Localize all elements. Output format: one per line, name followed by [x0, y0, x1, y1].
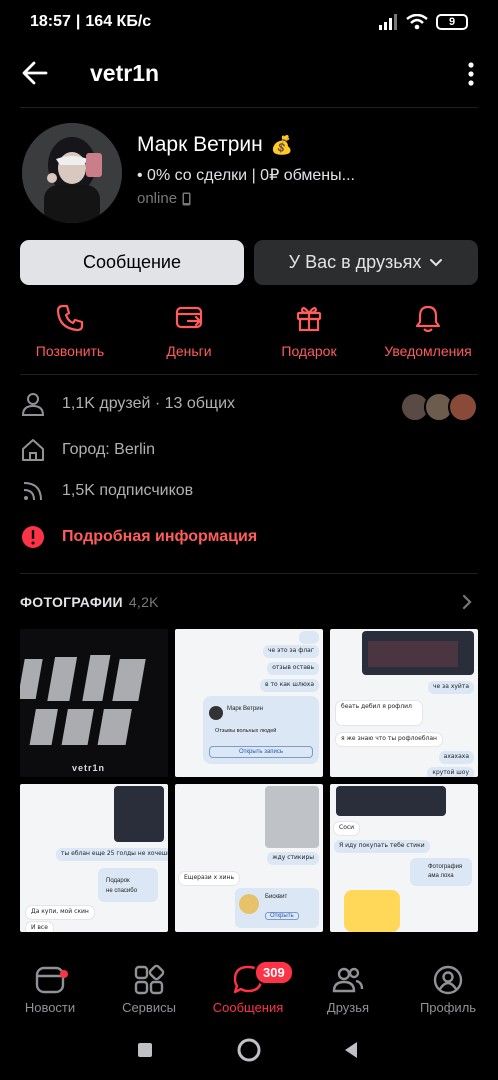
- person-icon: [21, 393, 45, 416]
- photo-art: [20, 629, 168, 777]
- recent-apps-icon[interactable]: [137, 1042, 153, 1058]
- money-transfer-icon: [175, 306, 203, 329]
- city-info-row: Город: Berlin: [20, 437, 155, 463]
- avatar-photo: [22, 123, 122, 223]
- online-status: online: [137, 190, 191, 207]
- status-time: 18:57: [30, 13, 71, 30]
- profile-name: Марк Ветрин 💰: [137, 133, 294, 156]
- profile-actions: Позвонить Деньги Подарок Уведомления: [0, 303, 498, 363]
- gift-icon: [296, 307, 322, 332]
- photo-thumbnail[interactable]: vetr1n: [20, 629, 168, 777]
- divider: [20, 107, 478, 108]
- bottom-navigation: Новости Сервисы 309 Сообщения Друзья Про…: [0, 952, 498, 1024]
- avatar: [448, 392, 478, 422]
- news-dot-badge: [60, 970, 68, 978]
- gift-action[interactable]: Подарок: [269, 303, 349, 359]
- nav-services[interactable]: Сервисы: [99, 964, 199, 1015]
- photo-thumbnail[interactable]: че за хуйта беать дебил я рофлил я же зн…: [330, 629, 478, 777]
- profile-header: vetr1n: [0, 50, 498, 96]
- photo-thumbnail[interactable]: че это за флаг отзыв оставь в то как шлю…: [175, 629, 323, 777]
- notifications-action[interactable]: Уведомления: [378, 303, 478, 359]
- photo-thumbnail[interactable]: ты еблан еще 25 голды не хочешь Подарок …: [20, 784, 168, 932]
- money-bag-icon: 💰: [270, 134, 294, 155]
- back-arrow-icon[interactable]: [20, 58, 50, 88]
- status-net-speed: 164 КБ/с: [85, 13, 152, 30]
- avatar[interactable]: [22, 123, 122, 223]
- bell-icon: [415, 305, 441, 333]
- page-title: vetr1n: [90, 60, 160, 86]
- divider: [20, 573, 478, 574]
- divider: [20, 374, 478, 375]
- phone-icon: [56, 304, 84, 332]
- home-icon: [22, 439, 44, 461]
- signal-icon: [379, 14, 397, 30]
- followers-info-row[interactable]: 1,5K подписчиков: [20, 478, 193, 504]
- photo-thumbnail[interactable]: Соси Я иду покупать тебе стики Фотографи…: [330, 784, 478, 932]
- wifi-icon: [406, 14, 428, 30]
- more-menu-icon[interactable]: [468, 62, 474, 86]
- status-bar: 18:57 | 164 КБ/с 9: [0, 0, 498, 44]
- services-icon: [134, 964, 165, 995]
- info-icon: [22, 526, 44, 548]
- profile-icon: [433, 965, 463, 995]
- messages-badge: 309: [254, 960, 294, 985]
- friends-info-row[interactable]: 1,1K друзей · 13 общих: [20, 391, 235, 417]
- rss-icon: [23, 482, 42, 501]
- nav-news[interactable]: Новости: [0, 964, 100, 1015]
- call-action[interactable]: Позвонить: [30, 303, 110, 359]
- friends-status-button[interactable]: У Вас в друзьях: [254, 240, 478, 285]
- nav-messages[interactable]: 309 Сообщения: [198, 960, 298, 1015]
- news-icon: [35, 966, 65, 994]
- chevron-down-icon: [430, 258, 443, 266]
- back-triangle-icon[interactable]: [343, 1041, 359, 1059]
- battery-icon: 9: [436, 14, 468, 30]
- money-action[interactable]: Деньги: [149, 303, 229, 359]
- details-info-row[interactable]: Подробная информация: [20, 524, 257, 550]
- home-circle-icon[interactable]: [237, 1038, 261, 1062]
- nav-friends[interactable]: Друзья: [298, 964, 398, 1015]
- message-button[interactable]: Сообщение: [20, 240, 244, 285]
- nav-profile[interactable]: Профиль: [398, 964, 498, 1015]
- photo-thumbnail[interactable]: жду стикиры Ещерази х хинь Бисквит Откры…: [175, 784, 323, 932]
- chevron-right-icon[interactable]: [462, 594, 472, 610]
- mutual-friends-avatars[interactable]: [400, 392, 478, 422]
- photos-section-title[interactable]: ФОТОГРАФИИ 4,2K: [20, 594, 159, 610]
- mobile-icon: [182, 192, 191, 205]
- system-navigation-bar: [0, 1028, 498, 1080]
- friends-icon: [332, 967, 364, 993]
- profile-status: • 0% со сделки | 0₽ обмены...: [137, 167, 355, 184]
